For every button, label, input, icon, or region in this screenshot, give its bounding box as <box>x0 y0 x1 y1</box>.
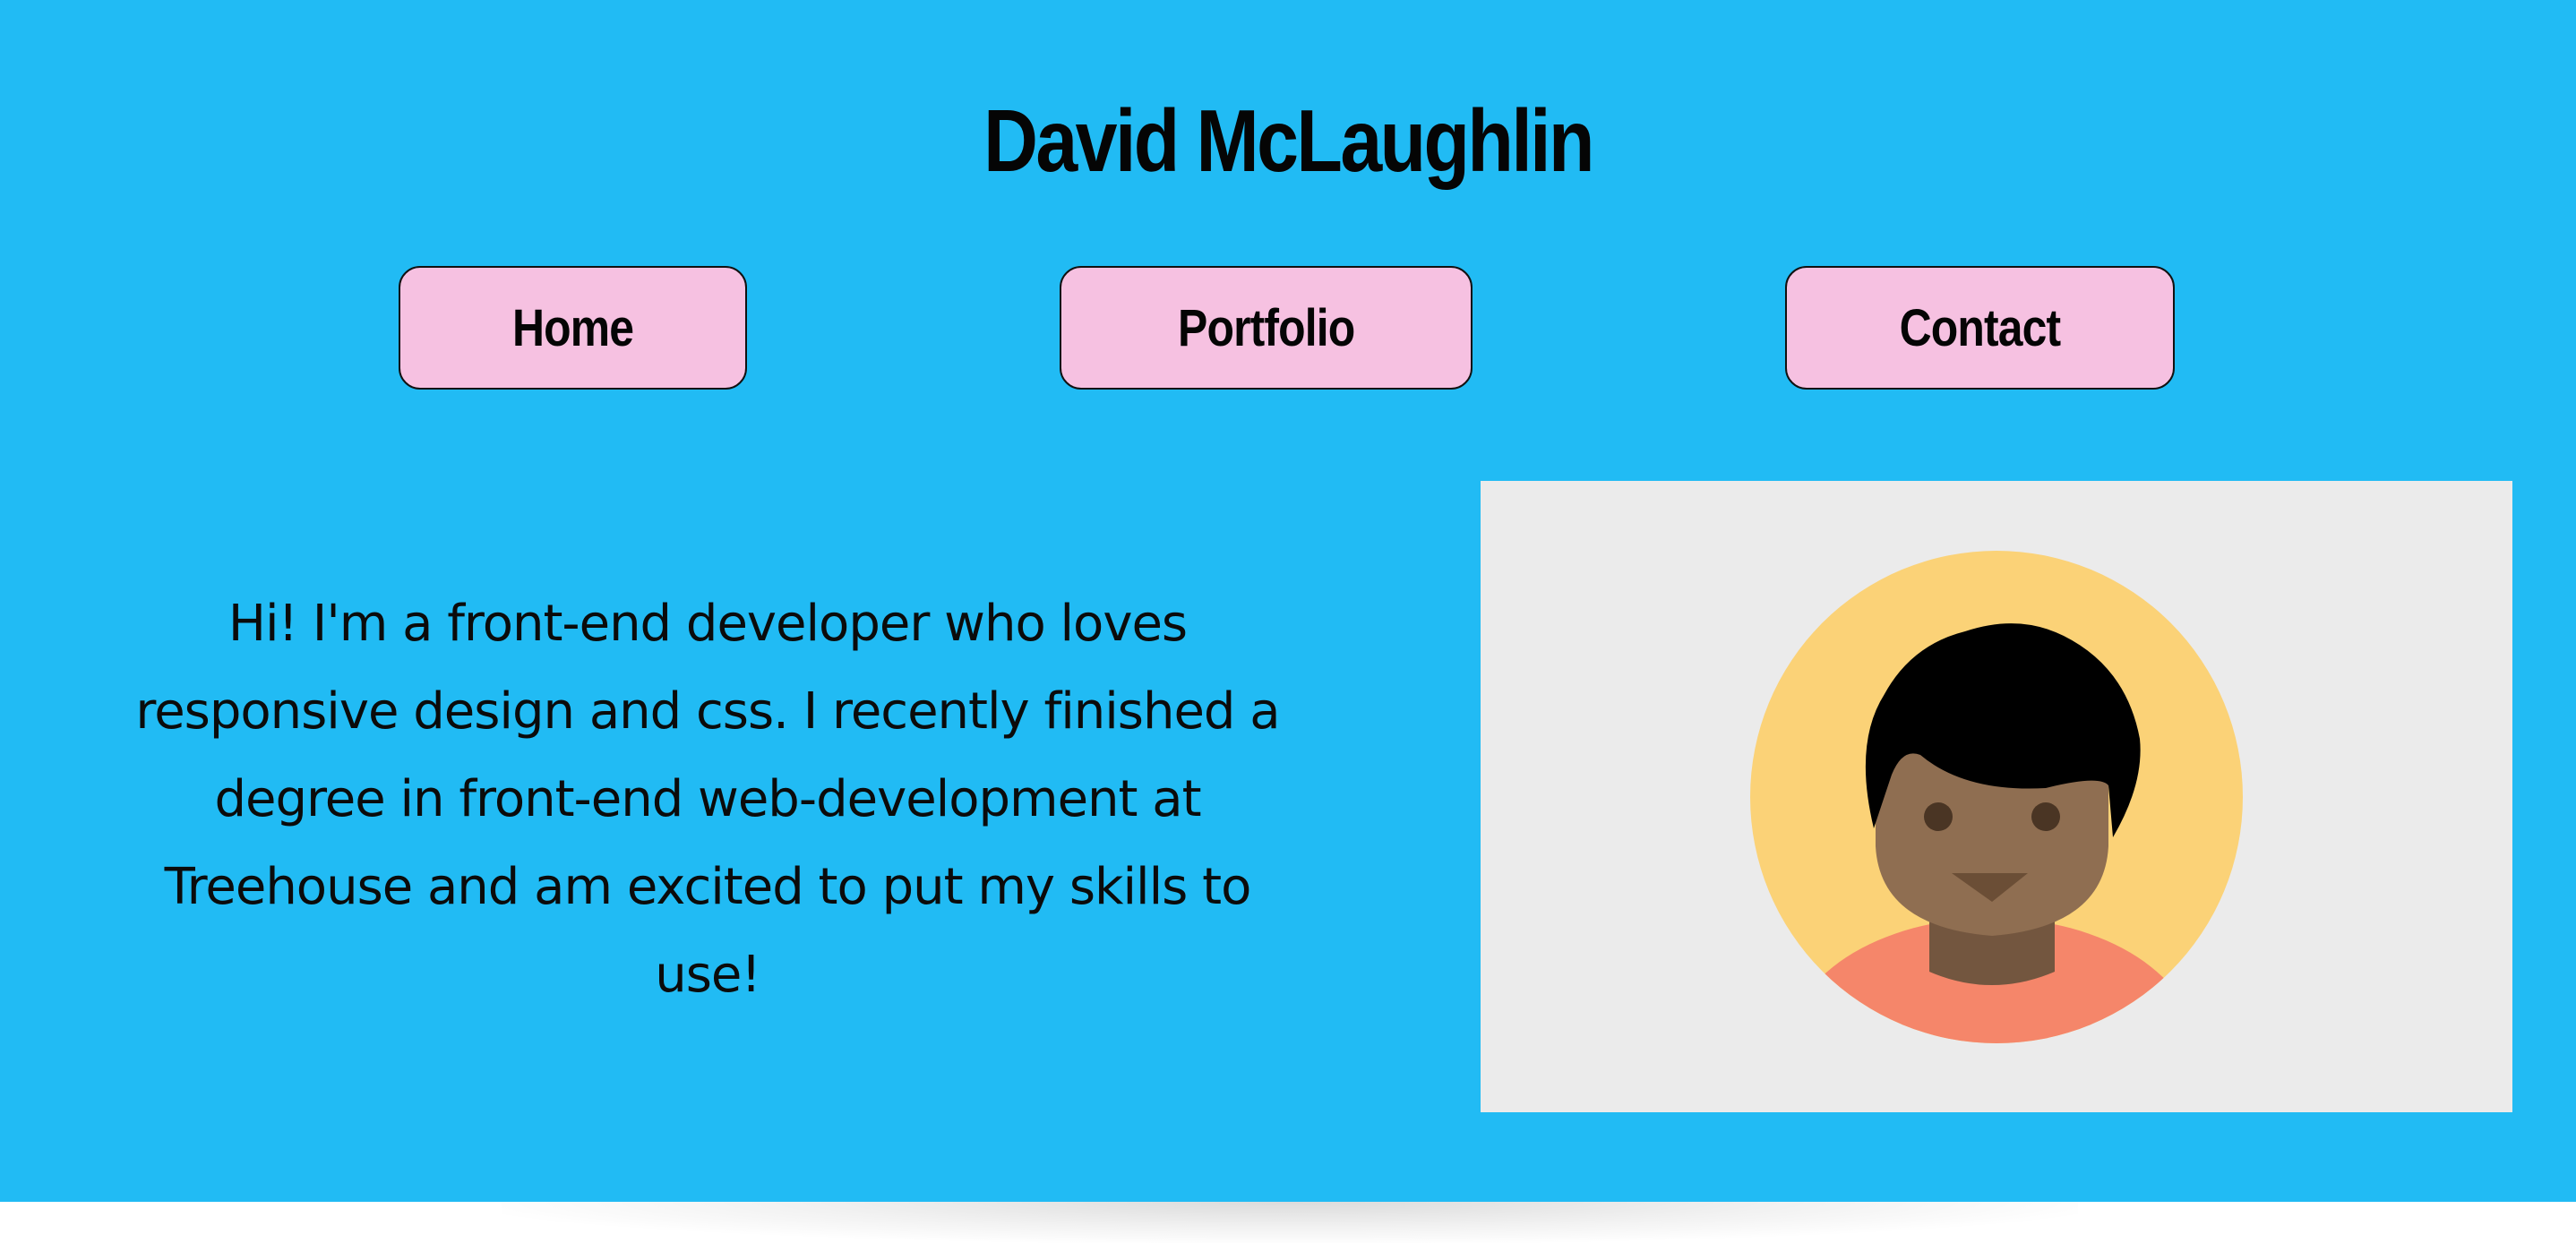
nav-contact-label: Contact <box>1899 298 2062 357</box>
nav-home-label: Home <box>511 298 634 357</box>
person-avatar-icon <box>1750 551 2243 1043</box>
page-title: David McLaughlin <box>983 91 1594 190</box>
footer-shadow <box>502 1202 2078 1243</box>
hero-section: David McLaughlin Home Portfolio Contact … <box>0 0 2576 1202</box>
nav-home-button[interactable]: Home <box>399 266 747 390</box>
intro-paragraph: Hi! I'm a front-end developer who loves … <box>135 595 1280 1004</box>
nav-portfolio-label: Portfolio <box>1177 298 1355 357</box>
nav-portfolio-button[interactable]: Portfolio <box>1060 266 1473 390</box>
profile-image-frame <box>1481 481 2512 1112</box>
nav-contact-button[interactable]: Contact <box>1785 266 2175 390</box>
